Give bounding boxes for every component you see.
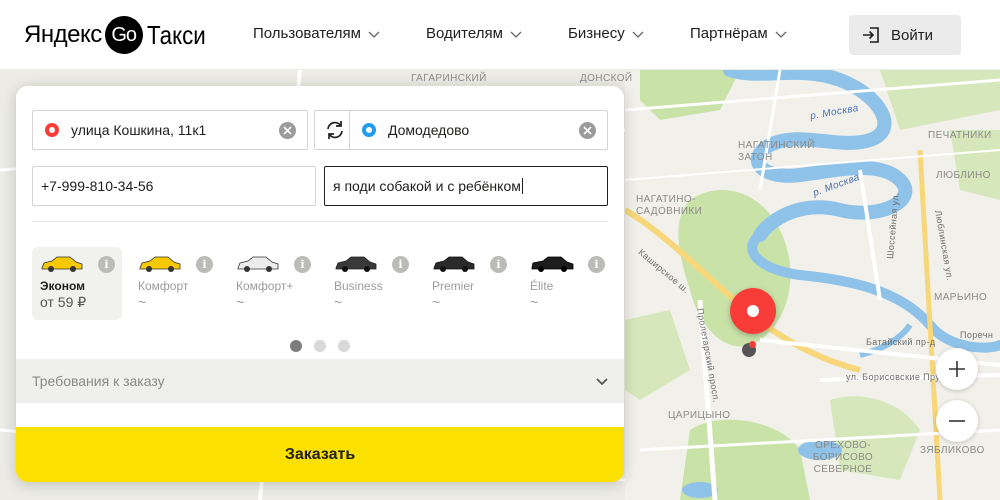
tariff-price: ~ bbox=[530, 294, 539, 310]
logo-go-badge: Go bbox=[104, 16, 143, 54]
login-button[interactable]: Войти bbox=[849, 15, 961, 55]
to-point-icon bbox=[362, 123, 376, 137]
order-form-card: улица Кошкина, 11к1 Домодедово +7-999-81… bbox=[16, 86, 624, 482]
comfort-plus-car-icon bbox=[237, 256, 279, 272]
map-label-district: ОРЕХОВО-БОРИСОВО СЕВЕРНОЕ bbox=[812, 440, 874, 475]
info-icon[interactable]: i bbox=[392, 256, 409, 273]
minus-icon bbox=[949, 420, 965, 422]
map-label-road: Батайский пр-д bbox=[866, 337, 936, 347]
tariff-elite[interactable]: i Élite ~ bbox=[522, 247, 612, 320]
map-label-district: ДОНСКОЙ bbox=[580, 73, 633, 84]
nav-item-users[interactable]: Пользователям bbox=[253, 25, 380, 42]
nav-item-label: Пользователям bbox=[253, 25, 361, 42]
comment-value: я поди собакой и с ребёнком bbox=[333, 178, 521, 194]
map-label-district: НАГАТИНО-САДОВНИКИ bbox=[636, 194, 703, 217]
swap-arrows-icon bbox=[327, 121, 343, 139]
tariff-name: Business bbox=[334, 279, 383, 293]
phone-value: +7-999-810-34-56 bbox=[41, 178, 154, 194]
location-marker-icon bbox=[742, 341, 756, 357]
destination-pin-icon[interactable] bbox=[730, 288, 776, 334]
tariff-price: ~ bbox=[432, 294, 441, 310]
info-icon[interactable]: i bbox=[588, 256, 605, 273]
premier-car-icon bbox=[433, 256, 475, 272]
map-label-district: ЗЯБЛИКОВО bbox=[920, 445, 985, 456]
tariff-price: ~ bbox=[236, 294, 245, 310]
nav-item-partners[interactable]: Партнёрам bbox=[690, 25, 787, 42]
chevron-down-icon bbox=[632, 28, 644, 40]
clear-from-icon[interactable] bbox=[279, 122, 296, 139]
info-icon[interactable]: i bbox=[294, 256, 311, 273]
order-requirements-toggle[interactable]: Требования к заказу bbox=[16, 359, 624, 403]
map-label-district: ЛЮБЛИНО bbox=[936, 170, 991, 181]
pager-dot[interactable] bbox=[314, 340, 326, 352]
from-address-value: улица Кошкина, 11к1 bbox=[71, 122, 207, 138]
login-icon bbox=[863, 27, 879, 43]
login-label: Войти bbox=[891, 26, 933, 44]
divider bbox=[32, 221, 608, 222]
nav-item-label: Водителям bbox=[426, 25, 503, 42]
top-header: Яндекс Go Такси Пользователям Водителям … bbox=[0, 0, 1000, 70]
tariff-price: от 59 ₽ bbox=[40, 294, 87, 310]
plus-icon bbox=[949, 361, 965, 377]
comfort-car-icon bbox=[139, 256, 181, 272]
nav-item-drivers[interactable]: Водителям bbox=[426, 25, 522, 42]
info-icon[interactable]: i bbox=[98, 256, 115, 273]
tariff-pager bbox=[290, 340, 350, 352]
tariff-premier[interactable]: i Premier ~ bbox=[424, 247, 514, 320]
from-point-icon bbox=[45, 123, 59, 137]
map-label-district: ГАГАРИНСКИЙ bbox=[411, 73, 487, 84]
chevron-down-icon bbox=[368, 28, 380, 40]
chevron-down-icon bbox=[775, 28, 787, 40]
tariff-name: Комфорт+ bbox=[236, 279, 294, 293]
text-cursor bbox=[521, 178, 523, 194]
pager-dot[interactable] bbox=[338, 340, 350, 352]
tariff-economy[interactable]: i Эконом от 59 ₽ bbox=[32, 247, 122, 320]
from-address-field[interactable]: улица Кошкина, 11к1 bbox=[32, 110, 308, 150]
logo-taxi-text: Такси bbox=[146, 19, 206, 50]
order-button[interactable]: Заказать bbox=[16, 427, 624, 482]
elite-car-icon bbox=[531, 256, 574, 272]
economy-car-icon bbox=[41, 256, 83, 272]
tariff-price: ~ bbox=[334, 294, 343, 310]
info-icon[interactable]: i bbox=[196, 256, 213, 273]
map-label-district: ЦАРИЦЫНО bbox=[668, 410, 731, 421]
tariff-name: Комфорт bbox=[138, 279, 189, 293]
comment-field[interactable]: я поди собакой и с ребёнком bbox=[324, 166, 608, 206]
to-address-value: Домодедово bbox=[388, 122, 470, 138]
clear-to-icon[interactable] bbox=[579, 122, 596, 139]
nav-item-business[interactable]: Бизнесу bbox=[568, 25, 644, 42]
tariff-name: Premier bbox=[432, 279, 475, 293]
to-address-field[interactable]: Домодедово bbox=[349, 110, 608, 150]
phone-field[interactable]: +7-999-810-34-56 bbox=[32, 166, 316, 206]
zoom-out-button[interactable] bbox=[936, 400, 978, 442]
info-icon[interactable]: i bbox=[490, 256, 507, 273]
map-label-district: НАГАТИНСКИЙ ЗАТОН bbox=[738, 140, 815, 163]
chevron-down-icon bbox=[510, 28, 522, 40]
pager-dot[interactable] bbox=[290, 340, 302, 352]
tariff-business[interactable]: i Business ~ bbox=[326, 247, 416, 320]
yandex-go-taxi-logo[interactable]: Яндекс Go Такси bbox=[24, 16, 215, 54]
map-label-road: Поречн bbox=[960, 330, 994, 340]
requirements-label: Требования к заказу bbox=[32, 373, 165, 389]
nav-item-label: Бизнесу bbox=[568, 25, 625, 42]
chevron-down-icon bbox=[596, 378, 608, 386]
map-label-district: МАРЬИНО bbox=[934, 292, 988, 303]
map-label-district: ПЕЧАТНИКИ bbox=[928, 130, 992, 141]
tariff-comfort-plus[interactable]: i Комфорт+ ~ bbox=[228, 247, 318, 320]
nav-item-label: Партнёрам bbox=[690, 25, 768, 42]
zoom-in-button[interactable] bbox=[936, 348, 978, 390]
tariff-price: ~ bbox=[138, 294, 147, 310]
tariff-comfort[interactable]: i Комфорт ~ bbox=[130, 247, 220, 320]
tariff-name: Эконом bbox=[40, 279, 86, 293]
business-car-icon bbox=[335, 256, 377, 272]
logo-yandex-text: Яндекс bbox=[24, 21, 102, 48]
tariff-name: Élite bbox=[530, 279, 554, 293]
